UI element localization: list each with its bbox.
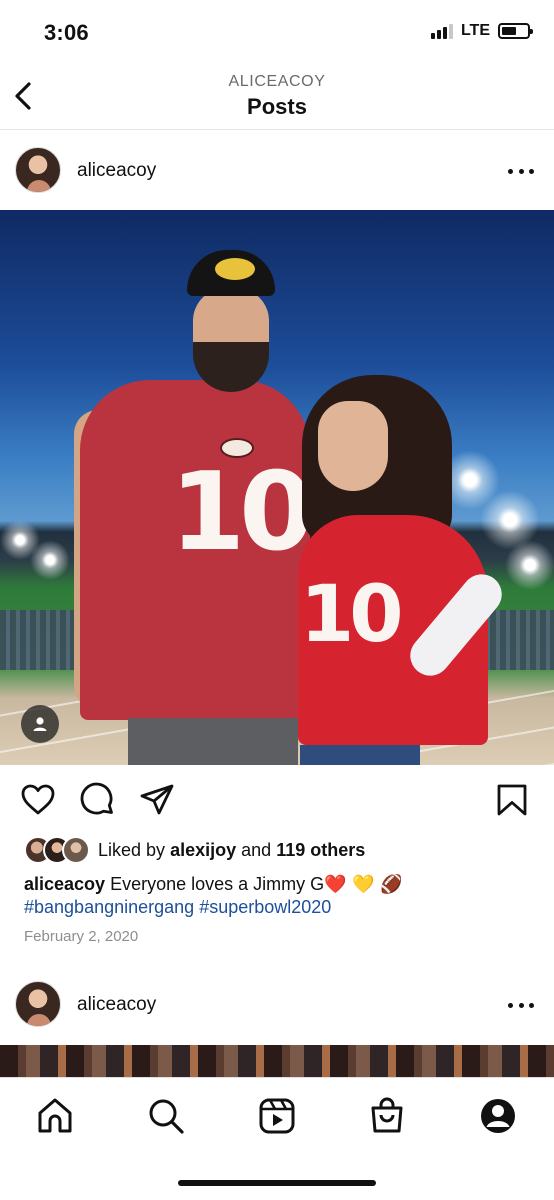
post-photo[interactable]: 10 10 [0, 210, 554, 765]
send-icon [140, 784, 174, 815]
comment-button[interactable] [80, 782, 116, 818]
reels-icon [259, 1098, 295, 1134]
more-horizontal-icon [508, 1002, 513, 1008]
others-link[interactable]: 119 others [276, 840, 365, 860]
account-label: ALICEACOY [228, 73, 326, 90]
post-actions [0, 778, 554, 824]
share-button[interactable] [139, 782, 175, 818]
avatar[interactable] [15, 981, 61, 1027]
post-date: February 2, 2020 [24, 928, 139, 945]
likes-text: Liked by alexijoy and 119 others [98, 839, 366, 860]
posts-header: ALICEACOY Posts [0, 60, 554, 130]
more-horizontal-icon [508, 168, 513, 174]
likes-summary[interactable]: Liked by alexijoy and 119 others [24, 835, 365, 865]
battery-icon [498, 23, 533, 39]
caption-text: Everyone loves a Jimmy G [110, 874, 325, 894]
bookmark-icon [497, 784, 527, 816]
photo-subject-man: 10 [74, 250, 314, 765]
nav-shop[interactable] [367, 1096, 407, 1136]
first-liker-link[interactable]: alexijoy [170, 840, 236, 860]
nav-search[interactable] [146, 1096, 186, 1136]
signal-strength-icon [430, 23, 453, 39]
post-username[interactable]: aliceacoy [77, 994, 156, 1016]
hashtag-link[interactable]: #superbowl2020 [199, 897, 331, 917]
user-tag-icon [33, 717, 47, 731]
network-type: LTE [460, 22, 490, 39]
next-post-header: aliceacoy [0, 965, 554, 1045]
nav-home[interactable] [35, 1096, 75, 1136]
profile-icon [481, 1099, 515, 1133]
liker-avatars [24, 836, 90, 864]
post-caption: aliceacoy Everyone loves a Jimmy G❤️ 💛 🏈… [24, 873, 534, 919]
nav-profile[interactable] [478, 1096, 518, 1136]
photo-tags-button[interactable] [21, 705, 59, 743]
like-button[interactable] [20, 782, 56, 818]
page-title: Posts [247, 94, 307, 119]
comment-icon [80, 782, 113, 815]
heart-icon [21, 784, 55, 815]
shop-icon [371, 1097, 403, 1133]
nav-reels[interactable] [257, 1096, 297, 1136]
home-icon [38, 1098, 72, 1133]
status-bar: 3:06 LTE [0, 0, 554, 60]
hashtag-link[interactable]: #bangbangninergang [24, 897, 194, 917]
more-options-button[interactable] [508, 1000, 534, 1010]
caption-emojis: ❤️ 💛 🏈 [324, 874, 403, 895]
home-indicator [178, 1180, 376, 1186]
caption-username[interactable]: aliceacoy [24, 874, 105, 894]
more-options-button[interactable] [508, 166, 534, 176]
post-header: aliceacoy [0, 131, 554, 211]
save-button[interactable] [494, 782, 530, 818]
status-indicators: LTE [430, 22, 533, 40]
search-icon [149, 1099, 184, 1134]
next-post-photo[interactable] [0, 1045, 554, 1077]
photo-subject-woman: 10 [296, 375, 526, 765]
avatar[interactable] [15, 147, 61, 193]
status-time: 3:06 [44, 20, 89, 45]
post-username[interactable]: aliceacoy [77, 160, 156, 182]
